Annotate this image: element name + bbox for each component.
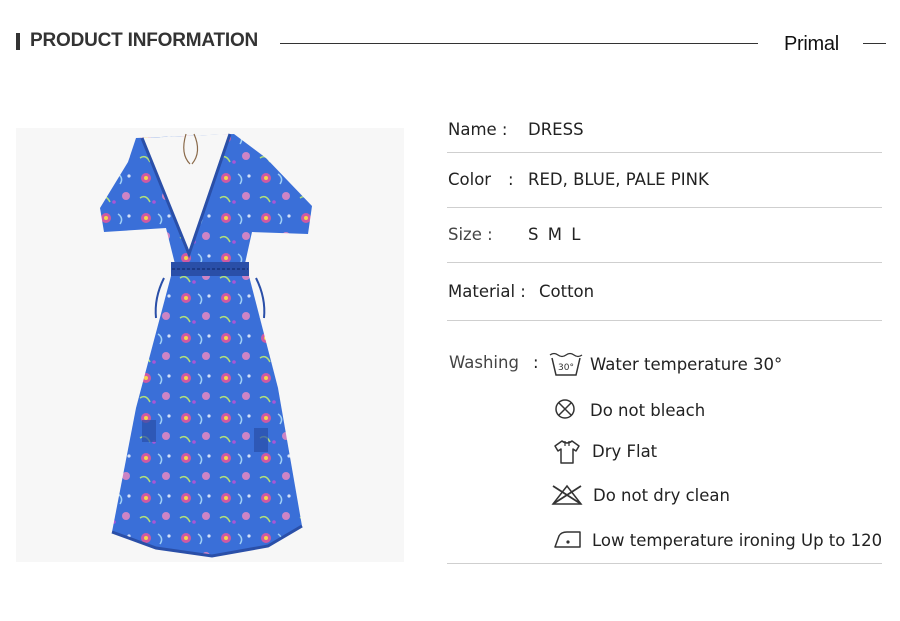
row-divider [447,152,882,153]
row-divider [447,262,882,263]
washing-item-text: Do not bleach [590,401,706,420]
washing-item-text: Do not dry clean [593,486,730,505]
dry-flat-icon [554,440,580,464]
color-value: RED, BLUE, PALE PINK [528,170,709,189]
size-value: S M L [528,225,583,244]
washing-colon: : [533,353,539,372]
header-divider [280,43,758,44]
section-title: PRODUCT INFORMATION [30,30,259,51]
washing-item-text: Dry Flat [592,442,658,461]
color-label: Color [448,170,492,189]
dress-illustration [100,133,312,558]
washing-item-text: Water temperature 30° [590,355,783,374]
row-divider [447,563,882,564]
svg-text:30°: 30° [558,363,574,373]
no-bleach-icon [555,399,575,419]
product-image [16,128,404,562]
size-label: Size : [448,225,493,244]
material-label: Material : [448,282,526,301]
material-value: Cotton [539,282,595,301]
brand-divider [863,43,886,44]
row-divider [447,207,882,208]
name-label: Name : [448,120,508,139]
washing-label: Washing [449,353,519,372]
washing-item-text: Low temperature ironing Up to 120 [592,531,883,550]
low-iron-icon [554,531,581,548]
no-dry-clean-icon [551,484,583,505]
header-accent-bar [16,33,20,50]
color-colon: : [508,170,514,189]
wash-30-icon: 30° [549,352,583,376]
row-divider [447,320,882,321]
name-value: DRESS [528,120,584,139]
brand-logo: Primal [784,33,839,55]
